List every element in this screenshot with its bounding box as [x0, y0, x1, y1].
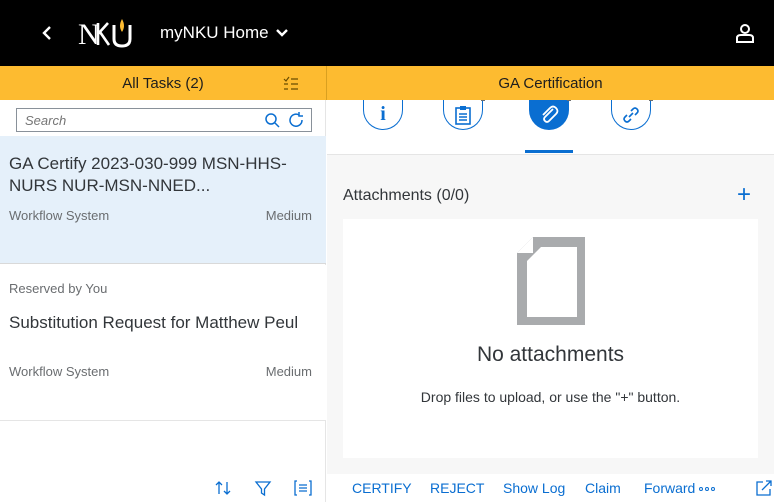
empty-hint: Drop files to upload, or use the "+" but… [420, 389, 681, 405]
search-field[interactable] [16, 108, 312, 132]
tab-attachments[interactable] [525, 100, 573, 148]
document-icon [517, 237, 585, 325]
detail-title: GA Certification [498, 74, 603, 92]
task-title: Substitution Request for Matthew Peul [9, 313, 299, 332]
svg-text:N: N [78, 18, 100, 51]
detail-panel: i Attachments (0/0) + No attachments Dro… [327, 100, 774, 502]
reject-button[interactable]: REJECT [430, 480, 484, 496]
user-icon [736, 24, 754, 43]
multi-select-icon[interactable] [282, 75, 300, 93]
list-item[interactable]: GA Certify 2023-030-999 MSN-HHS-NURS NUR… [0, 136, 326, 264]
task-priority: Medium [265, 208, 312, 223]
task-meta: Workflow System Medium [9, 208, 312, 223]
detail-footer: CERTIFY REJECT Show Log Claim Forward [327, 474, 774, 502]
task-source: Workflow System [9, 208, 110, 223]
user-button[interactable] [732, 20, 758, 46]
task-priority: Medium [265, 364, 312, 379]
tab-details[interactable] [439, 100, 487, 148]
header-bar: All Tasks (2) GA Certification [0, 66, 774, 100]
link-icon [623, 106, 639, 123]
list-item[interactable]: Reserved by You Substitution Request for… [0, 265, 326, 421]
icon-tab-bar: i [327, 100, 774, 155]
shell-bar: N myNKU Home [0, 0, 774, 66]
show-log-button[interactable]: Show Log [503, 480, 565, 496]
task-source: Workflow System [9, 364, 110, 379]
attachments-title: Attachments (0/0) [343, 187, 470, 204]
clipboard-icon [455, 105, 471, 125]
overflow-menu-button[interactable] [699, 487, 715, 491]
search-icon[interactable] [264, 112, 281, 129]
refresh-icon[interactable] [288, 112, 305, 129]
add-attachment-button[interactable]: + [730, 181, 758, 209]
claim-button[interactable]: Claim [585, 480, 621, 496]
sort-icon[interactable] [214, 479, 232, 497]
filter-icon[interactable] [254, 479, 272, 497]
info-icon: i [380, 103, 386, 125]
app-title-menu[interactable]: myNKU Home [160, 23, 288, 43]
nku-logo-mark: N [78, 18, 132, 51]
tab-info[interactable]: i [359, 100, 407, 148]
selected-tab-indicator [525, 150, 573, 153]
task-list-panel: GA Certify 2023-030-999 MSN-HHS-NURS NUR… [0, 100, 326, 502]
share-icon[interactable] [755, 479, 773, 497]
group-icon[interactable] [294, 479, 312, 497]
task-title: GA Certify 2023-030-999 MSN-HHS-NURS NUR… [9, 154, 287, 195]
attachments-header: Attachments (0/0) + [343, 171, 758, 219]
back-button[interactable] [32, 18, 62, 48]
attachments-panel: Attachments (0/0) + No attachments Drop … [343, 171, 758, 458]
certify-button[interactable]: CERTIFY [352, 480, 412, 496]
master-footer [0, 474, 326, 502]
paperclip-icon [542, 105, 559, 123]
empty-title: No attachments [476, 343, 625, 366]
master-title: All Tasks (2) [122, 74, 204, 92]
search-input[interactable] [25, 112, 245, 128]
chevron-left-icon [42, 26, 51, 40]
task-meta: Workflow System Medium [9, 364, 312, 379]
app-title: myNKU Home [160, 23, 269, 42]
chevron-down-icon [275, 28, 288, 38]
forward-button[interactable]: Forward [644, 480, 695, 496]
task-status: Reserved by You [9, 281, 108, 296]
nku-logo[interactable]: N [78, 15, 142, 51]
tab-links[interactable] [607, 100, 655, 148]
